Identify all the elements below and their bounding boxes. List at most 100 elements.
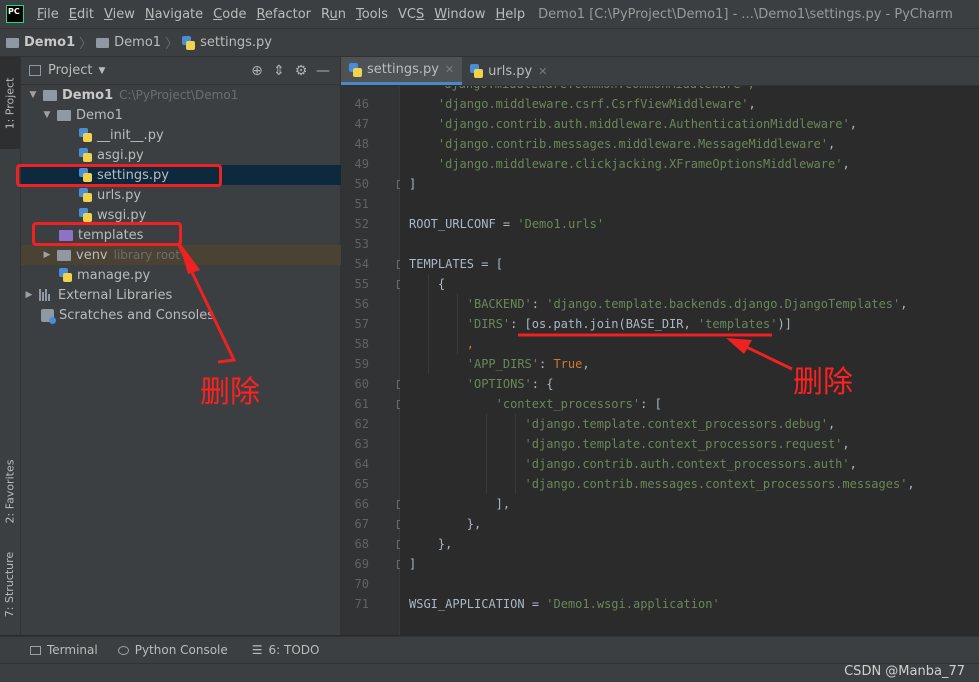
status-bar: CSDN @Manba_77	[0, 663, 979, 682]
close-icon[interactable]: ✕	[445, 63, 454, 76]
tab-project[interactable]: 1: Project	[0, 57, 20, 149]
code-line: 'django.contrib.messages.middleware.Mess…	[438, 134, 835, 154]
chevron-right-icon: 〉	[165, 37, 179, 52]
code-token: :	[539, 357, 554, 371]
code-line: 'BACKEND': 'django.template.backends.dja…	[467, 294, 908, 314]
code-token: ,	[849, 117, 857, 131]
python-file-icon	[79, 208, 92, 222]
python-file-icon	[470, 64, 484, 78]
menu-file[interactable]: File	[32, 7, 64, 22]
code-line: ],	[496, 494, 510, 514]
string-token: 'Demo1.wsgi.application'	[546, 597, 720, 611]
chevron-down-icon[interactable]: ▼	[98, 66, 105, 76]
string-token: 'DIRS'	[466, 317, 511, 331]
tab-favorites[interactable]: 2: Favorites	[0, 445, 20, 537]
code-token: {	[437, 277, 446, 291]
menu-code[interactable]: Code	[208, 7, 251, 22]
pycharm-logo-icon: PC	[6, 5, 24, 23]
tree-item-manage[interactable]: manage.py	[21, 265, 378, 285]
line-number: 55	[354, 277, 369, 291]
breadcrumb-file[interactable]: settings.py	[182, 35, 272, 50]
breadcrumb-folder[interactable]: Demo1	[96, 35, 161, 50]
breadcrumb-root[interactable]: Demo1	[6, 35, 75, 50]
line-number: 49	[354, 157, 369, 171]
code-token: ,	[849, 457, 857, 471]
folder-icon	[57, 109, 71, 121]
code-line: WSGI_APPLICATION = 'Demo1.wsgi.applicati…	[409, 594, 720, 614]
scratches-icon	[41, 308, 56, 324]
tab-urls-py[interactable]: urls.py ✕	[462, 57, 555, 85]
menu-refactor[interactable]: Refactor	[251, 7, 316, 22]
menu-vcs[interactable]: VCS	[393, 7, 429, 22]
tree-item-external-libraries[interactable]: ▶ External Libraries	[21, 285, 342, 305]
code-token: : {	[531, 377, 554, 391]
tree-item-demo1-package[interactable]: ▼ Demo1	[21, 105, 360, 125]
code-line: ROOT_URLCONF = 'Demo1.urls'	[409, 214, 604, 234]
collapse-all-icon[interactable]: ⇕	[268, 63, 290, 79]
minimize-icon[interactable]: —	[312, 63, 334, 79]
menu-view[interactable]: View	[99, 7, 140, 22]
gear-icon[interactable]: ⚙	[290, 63, 312, 79]
tree-item-root[interactable]: ▼ Demo1 C:\PyProject\Demo1	[21, 85, 346, 105]
code-line: 'django.middleware.csrf.CsrfViewMiddlewa…	[438, 94, 756, 114]
locate-icon[interactable]: ⊕	[246, 63, 268, 79]
tab-structure[interactable]: 7: Structure	[0, 541, 20, 627]
code-line: ]	[409, 554, 416, 574]
project-view-selector[interactable]: Project	[48, 63, 92, 78]
project-icon	[29, 65, 41, 76]
code-line: 'DIRS': [os.path.join(BASE_DIR, 'templat…	[467, 314, 792, 334]
tree-item-venv[interactable]: ▶ venv library root	[21, 245, 360, 265]
annotation-box-templates	[32, 222, 182, 246]
indent-guide	[485, 414, 487, 494]
code-line: 'django.contrib.messages.context_process…	[525, 474, 915, 494]
code-line: 'django.contrib.auth.context_processors.…	[525, 454, 857, 474]
expanded-arrow-icon[interactable]: ▼	[41, 110, 53, 120]
chevron-right-icon: 〉	[79, 37, 93, 52]
string-token: 'django.contrib.messages.middleware.Mess…	[437, 137, 829, 151]
tab-settings-py[interactable]: settings.py ✕	[341, 57, 463, 85]
code-token: WSGI_APPLICATION =	[409, 597, 547, 611]
line-number: 59	[354, 357, 369, 371]
keyword-token: ,	[466, 337, 474, 351]
line-number: 57	[354, 317, 369, 331]
menu-navigate[interactable]: Navigate	[140, 7, 208, 22]
project-panel: Project ▼ ⊕ ⇕ ⚙ — ▼ Demo1 C:\PyProject\D…	[21, 57, 398, 635]
close-icon[interactable]: ✕	[538, 65, 547, 78]
python-console-icon	[117, 645, 129, 655]
menu-tools[interactable]: Tools	[351, 7, 393, 22]
line-number: 52	[354, 217, 369, 231]
line-number: 58	[354, 337, 369, 351]
line-number: 64	[354, 457, 369, 471]
menu-edit[interactable]: Edit	[64, 7, 99, 22]
line-number: 48	[354, 137, 369, 151]
expanded-arrow-icon[interactable]: ▼	[27, 90, 39, 100]
code-token: ,	[828, 137, 836, 151]
string-token: 'django.contrib.auth.middleware.Authenti…	[437, 117, 850, 131]
code-token: :	[531, 297, 547, 311]
string-token: 'OPTIONS'	[466, 377, 532, 391]
menu-help[interactable]: Help	[491, 7, 531, 22]
collapsed-arrow-icon[interactable]: ▶	[41, 250, 53, 260]
tab-python-console[interactable]: Python Console	[117, 643, 228, 657]
code-token: ,	[827, 417, 836, 431]
tab-todo[interactable]: ☰ 6: TODO	[252, 643, 320, 657]
line-number: 50	[354, 177, 369, 191]
code-line-partial: 'django.middleware.common.CommonMiddlewa…	[437, 86, 755, 94]
code-token: : [os.path.join(BASE_DIR,	[510, 317, 698, 331]
line-number: 63	[354, 437, 369, 451]
tree-item-scratches[interactable]: Scratches and Consoles	[21, 305, 360, 325]
collapsed-arrow-icon[interactable]: ▶	[23, 290, 35, 300]
line-number: 54	[354, 257, 369, 271]
keyword-token: True	[553, 357, 583, 371]
string-token: 'django.template.context_processors.debu…	[524, 417, 828, 431]
tab-terminal[interactable]: Terminal	[30, 643, 98, 657]
code-token: ],	[495, 497, 511, 511]
annotation-label-right: 删除	[793, 365, 853, 400]
code-editor[interactable]: 'django.middleware.common.CommonMiddlewa…	[400, 86, 979, 635]
menu-run[interactable]: Run	[316, 7, 351, 22]
code-line: {	[438, 274, 445, 294]
menu-window[interactable]: Window	[429, 7, 490, 22]
code-line: TEMPLATES = [	[409, 254, 503, 274]
line-number-gutter[interactable]: 46 47 48 49 50 51 52 53 54 55 56 57 58 59 60 61 62 63 64 65…	[341, 86, 406, 635]
code-token: TEMPLATES = [	[409, 257, 503, 271]
